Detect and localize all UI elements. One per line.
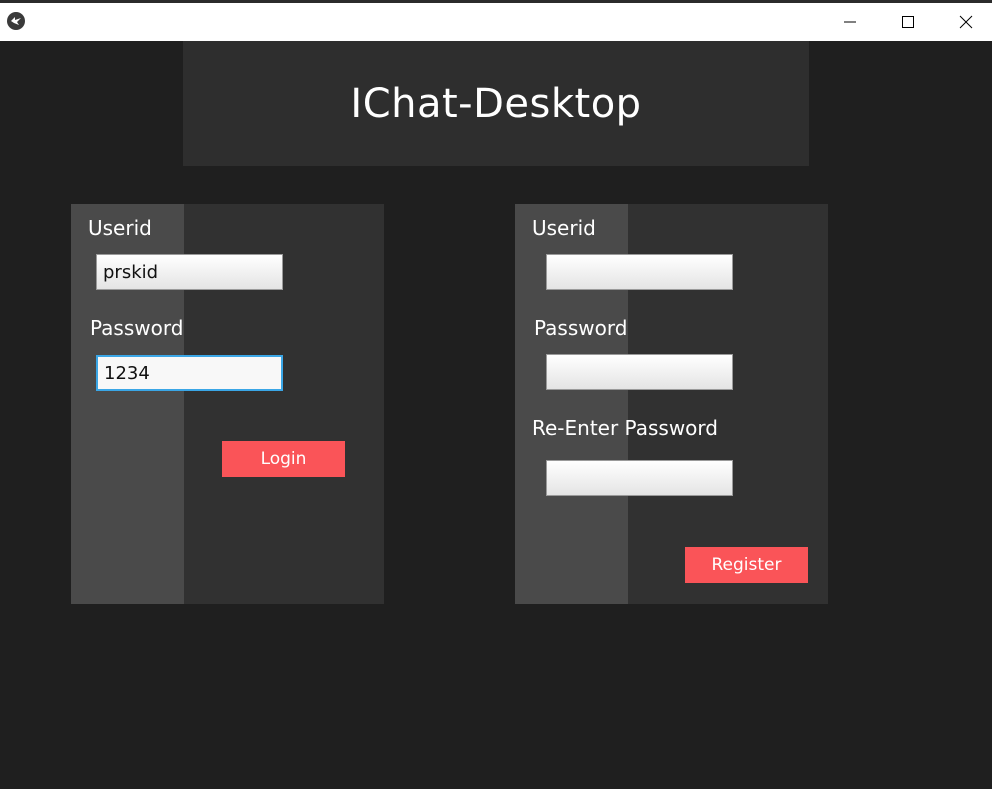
login-button[interactable]: Login xyxy=(222,441,345,477)
minimize-icon[interactable] xyxy=(821,3,879,41)
register-button[interactable]: Register xyxy=(685,547,808,583)
app-content: IChat-Desktop Userid prskid Password 123… xyxy=(0,41,992,789)
maximize-icon[interactable] xyxy=(879,3,937,41)
register-password-input[interactable] xyxy=(546,354,733,390)
register-reenter-password-label: Re-Enter Password xyxy=(532,416,718,440)
close-icon[interactable] xyxy=(937,3,992,41)
register-reenter-password-input[interactable] xyxy=(546,460,733,496)
kivy-logo-icon xyxy=(7,12,25,30)
window-titlebar[interactable] xyxy=(0,3,992,41)
app-title: IChat-Desktop xyxy=(350,80,642,127)
login-panel: Userid prskid Password 1234 Login xyxy=(71,204,384,604)
register-userid-label: Userid xyxy=(532,216,596,240)
app-header: IChat-Desktop xyxy=(183,41,809,166)
register-panel: Userid Password Re-Enter Password Regist… xyxy=(515,204,828,604)
login-userid-label: Userid xyxy=(88,216,152,240)
login-password-input[interactable]: 1234 xyxy=(96,355,283,391)
login-userid-input[interactable]: prskid xyxy=(96,254,283,290)
register-password-label: Password xyxy=(534,316,628,340)
register-userid-input[interactable] xyxy=(546,254,733,290)
login-password-label: Password xyxy=(90,316,184,340)
